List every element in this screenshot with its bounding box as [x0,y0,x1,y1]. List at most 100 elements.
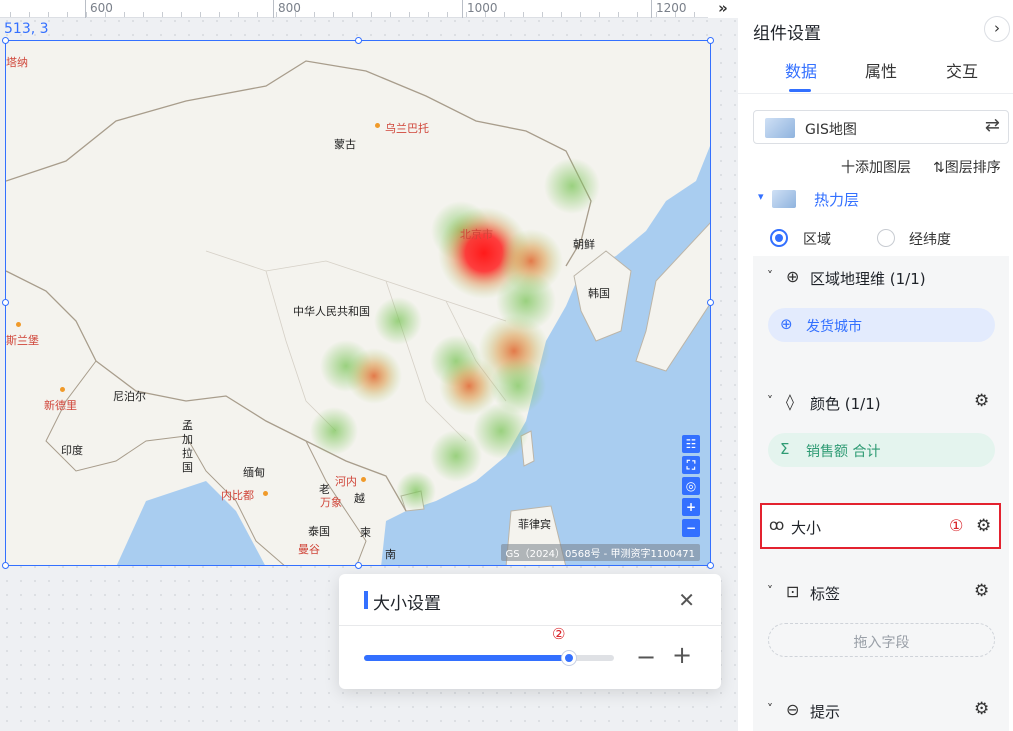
ruler-minor-tick [333,12,334,17]
ruler-tick-label: 1200 [656,1,687,15]
city-dot [16,322,21,327]
field-pill-region[interactable]: ⊕ 发货城市 [768,308,995,342]
popup-header: 大小设置 ✕ [339,574,721,626]
ruler-minor-tick [561,12,562,17]
field-config-area: ˅ ⊕ 区域地理维 (1/1) ⊕ 发货城市 ˅ ◊ 颜色 (1/1) ⚙ Σ … [753,256,1009,731]
locate-icon[interactable]: ◎ [682,477,700,495]
map-type-selector[interactable]: GIS地图 ⇄ [753,110,1009,144]
ruler-minor-tick [48,12,49,17]
radio-label: 区域 [803,232,831,248]
sort-layer-button[interactable]: ⇅图层排序 [933,157,1001,177]
resize-handle[interactable] [707,37,714,44]
tab-data[interactable]: 数据 [785,58,817,82]
close-icon[interactable]: ✕ [678,588,695,612]
ruler-minor-tick [29,12,30,17]
ruler-minor-tick [124,12,125,17]
panel-title: 组件设置 [753,24,821,44]
gear-icon[interactable]: ⚙ [974,699,989,719]
gear-icon[interactable]: ⚙ [976,516,991,536]
ruler-minor-tick [371,12,372,17]
ruler-minor-tick [656,12,657,17]
ruler-minor-tick [352,12,353,17]
tab-properties[interactable]: 属性 [865,58,897,82]
component-settings-panel: 组件设置 › 数据 属性 交互 GIS地图 ⇄ 十添加图层 ⇅图层排序 ▾ 热力… [738,0,1013,731]
increase-button[interactable]: + [672,641,692,669]
resize-handle[interactable] [707,562,714,569]
city-dot [375,123,380,128]
size-slider[interactable] [364,651,614,665]
resize-handle[interactable] [2,37,9,44]
ruler-minor-tick [485,12,486,17]
resize-handle[interactable] [2,562,9,569]
frame-select-icon[interactable]: ⛶ [682,456,700,474]
zoom-in-icon[interactable]: + [682,498,700,516]
map-label: 曼谷 [298,543,320,556]
ruler-tick-label: 1000 [467,1,498,15]
map-label: 柬 [360,526,371,539]
heat-spot [374,297,422,345]
chevron-down-icon[interactable]: ▾ [758,190,764,203]
add-layer-button[interactable]: 十添加图层 [841,157,911,177]
gear-icon[interactable]: ⚙ [974,581,989,601]
gis-map-widget[interactable]: 塔纳 乌兰巴托 蒙古 北京市 朝鲜 韩国 中华人民共和国 斯兰堡 尼泊尔 新德里… [5,40,711,566]
zoom-out-icon[interactable]: − [682,519,700,537]
coordinate-readout: 513, 3 [4,21,49,37]
map-label: 乌兰巴托 [385,122,429,135]
section-label: 大小 [791,519,822,537]
map-label: 南 [385,548,396,561]
heat-spot [346,348,402,404]
ruler-minor-tick [257,12,258,17]
gear-icon[interactable]: ⚙ [974,391,989,411]
ruler-minor-tick [694,12,695,17]
tab-interaction[interactable]: 交互 [946,58,978,82]
drop-field-zone[interactable]: 拖入字段 [768,623,995,657]
map-label: 斯兰堡 [6,334,39,347]
map-label: 万象 [320,496,342,509]
ruler-minor-tick [200,12,201,17]
horizontal-ruler: 600 800 1000 1200 » [0,0,738,18]
city-dot [263,491,268,496]
chevron-right-icon[interactable]: › [984,16,1010,42]
drop-placeholder: 拖入字段 [853,635,910,651]
resize-handle[interactable] [2,299,9,306]
chevron-down-icon[interactable]: ˅ [767,269,773,283]
map-label: 缅甸 [243,466,265,479]
slider-thumb[interactable] [562,651,576,665]
radio-region[interactable] [770,229,788,247]
double-chevron-right-icon[interactable]: » [708,0,738,18]
map-label: 新德里 [44,399,77,412]
ruler-minor-tick [86,12,87,17]
globe-icon: ⊕ [786,267,800,286]
japan-islands [635,222,710,372]
legend-list-icon[interactable]: ☷ [682,435,700,453]
size-dots-icon: ꝏ [769,516,785,534]
ruler-minor-tick [105,12,106,17]
chevron-down-icon[interactable]: ˅ [767,584,773,598]
canvas[interactable]: 600 800 1000 1200 » 513, 3 塔纳 乌兰巴托 蒙古 北京… [0,0,738,731]
decrease-button[interactable]: − [636,643,656,671]
map-label: 中华人民共和国 [293,305,370,318]
city-dot [361,477,366,482]
ruler-minor-tick [618,12,619,17]
resize-handle[interactable] [707,299,714,306]
ruler-minor-tick [219,12,220,17]
map-label: 菲律宾 [518,518,551,531]
swap-icon[interactable]: ⇄ [985,115,1000,136]
map-type-label: GIS地图 [805,122,857,138]
heat-spot [544,158,600,214]
map-label: 内比都 [221,489,254,502]
heat-spot [430,430,482,482]
resize-handle[interactable] [355,562,362,569]
chevron-down-icon[interactable]: ˅ [767,394,773,408]
resize-handle[interactable] [355,37,362,44]
step-marker: ① [949,516,964,535]
section-label: 标签 [810,585,841,603]
ruler-tick: 800 [273,0,301,18]
ruler-minor-tick [523,12,524,17]
ruler-minor-tick [162,12,163,17]
size-section-row[interactable]: ꝏ 大小 ① ⚙ [760,503,1001,549]
radio-lat-lng[interactable] [877,229,895,247]
field-pill-measure[interactable]: Σ 销售额 合计 [768,433,995,467]
map-label: 朝鲜 [573,238,595,251]
chevron-down-icon[interactable]: ˅ [767,702,773,716]
